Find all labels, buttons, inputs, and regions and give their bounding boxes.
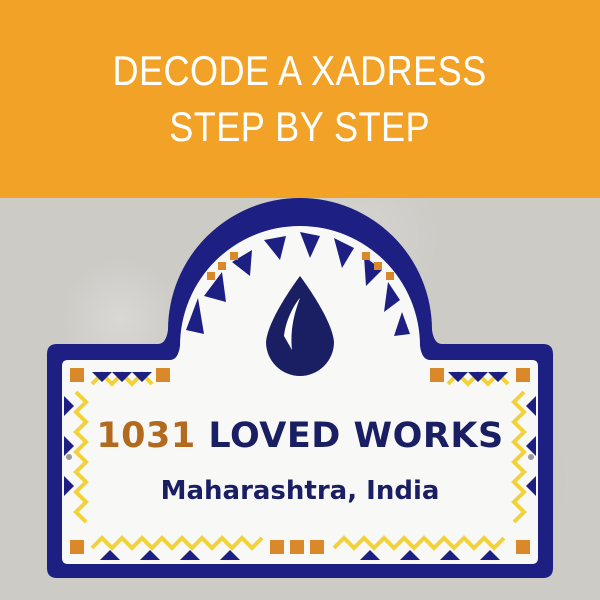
address-line: 1031 LOVED WORKS — [0, 416, 600, 456]
street-name: LOVED WORKS — [208, 416, 504, 456]
region-line: Maharashtra, India — [160, 476, 440, 506]
house-number: 1031 — [96, 416, 196, 456]
address-plaque — [47, 198, 553, 578]
